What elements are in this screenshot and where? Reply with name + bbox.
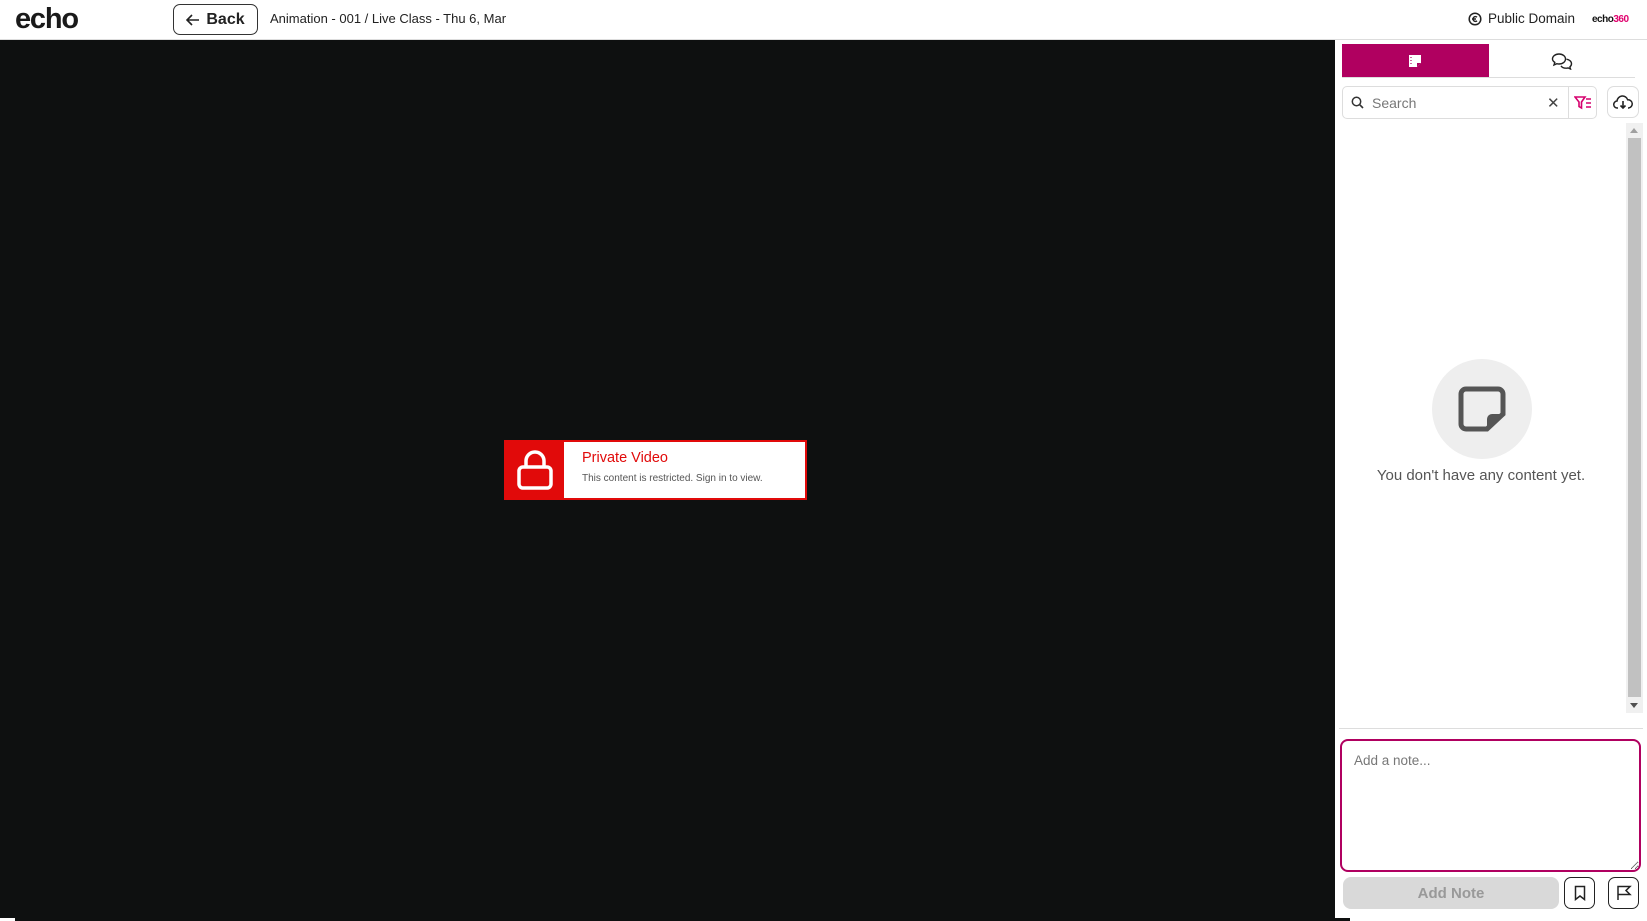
breadcrumb: Animation - 001 / Live Class - Thu 6, Ma… bbox=[270, 11, 507, 26]
side-panel: ✕ You don't have any content yet. Add No… bbox=[1335, 40, 1647, 918]
tab-discussions[interactable] bbox=[1488, 44, 1635, 77]
note-icon bbox=[1409, 54, 1422, 67]
search-input[interactable] bbox=[1372, 94, 1542, 111]
scroll-down-arrow[interactable] bbox=[1630, 703, 1638, 708]
scroll-thumb[interactable] bbox=[1628, 138, 1641, 697]
brand-echo: echo bbox=[1592, 14, 1614, 25]
private-video-message: This content is restricted. Sign in to v… bbox=[582, 473, 763, 484]
back-label: Back bbox=[206, 10, 245, 28]
filter-button[interactable] bbox=[1568, 87, 1597, 118]
lock-box bbox=[506, 442, 564, 498]
add-note-button[interactable]: Add Note bbox=[1343, 877, 1559, 909]
logo-text-echo: echo bbox=[15, 3, 79, 35]
back-button[interactable]: Back bbox=[173, 4, 258, 35]
public-domain-icon bbox=[1468, 11, 1482, 26]
chat-bubbles-icon bbox=[1551, 52, 1572, 70]
echovideo-logo[interactable]: echovideo bbox=[15, 3, 1350, 921]
echo360-logo: echo360 bbox=[1592, 14, 1629, 25]
cloud-download-icon bbox=[1613, 95, 1633, 110]
clear-search-icon[interactable]: ✕ bbox=[1547, 94, 1560, 112]
flag-button[interactable] bbox=[1608, 877, 1639, 909]
license-label: Public Domain bbox=[1488, 11, 1576, 26]
empty-state-illustration bbox=[1432, 359, 1532, 459]
bookmark-button[interactable] bbox=[1564, 877, 1595, 909]
panel-divider bbox=[1339, 728, 1643, 729]
notes-scrollbar[interactable] bbox=[1626, 123, 1643, 713]
arrow-left-icon bbox=[186, 13, 200, 26]
bookmark-icon bbox=[1574, 885, 1585, 901]
flag-icon bbox=[1616, 885, 1632, 900]
empty-note-icon bbox=[1458, 386, 1506, 432]
tab-notes[interactable] bbox=[1342, 44, 1489, 77]
add-note-textarea[interactable] bbox=[1340, 739, 1641, 872]
brand-360: 360 bbox=[1613, 14, 1629, 25]
private-video-title: Private Video bbox=[582, 450, 668, 466]
search-icon bbox=[1351, 96, 1364, 109]
top-header: echovideo Back Animation - 001 / Live Cl… bbox=[0, 0, 1647, 921]
private-video-banner: Private Video This content is restricted… bbox=[504, 440, 807, 500]
empty-state-message: You don't have any content yet. bbox=[1376, 467, 1586, 484]
lock-icon bbox=[517, 450, 553, 490]
video-player[interactable]: Private Video This content is restricted… bbox=[0, 40, 1335, 918]
filter-icon bbox=[1574, 95, 1591, 109]
panel-tabs bbox=[1342, 44, 1635, 78]
download-button[interactable] bbox=[1607, 86, 1639, 118]
scroll-up-arrow[interactable] bbox=[1630, 128, 1638, 133]
search-box: ✕ bbox=[1342, 86, 1597, 119]
license-info[interactable]: Public Domain bbox=[1468, 11, 1575, 26]
